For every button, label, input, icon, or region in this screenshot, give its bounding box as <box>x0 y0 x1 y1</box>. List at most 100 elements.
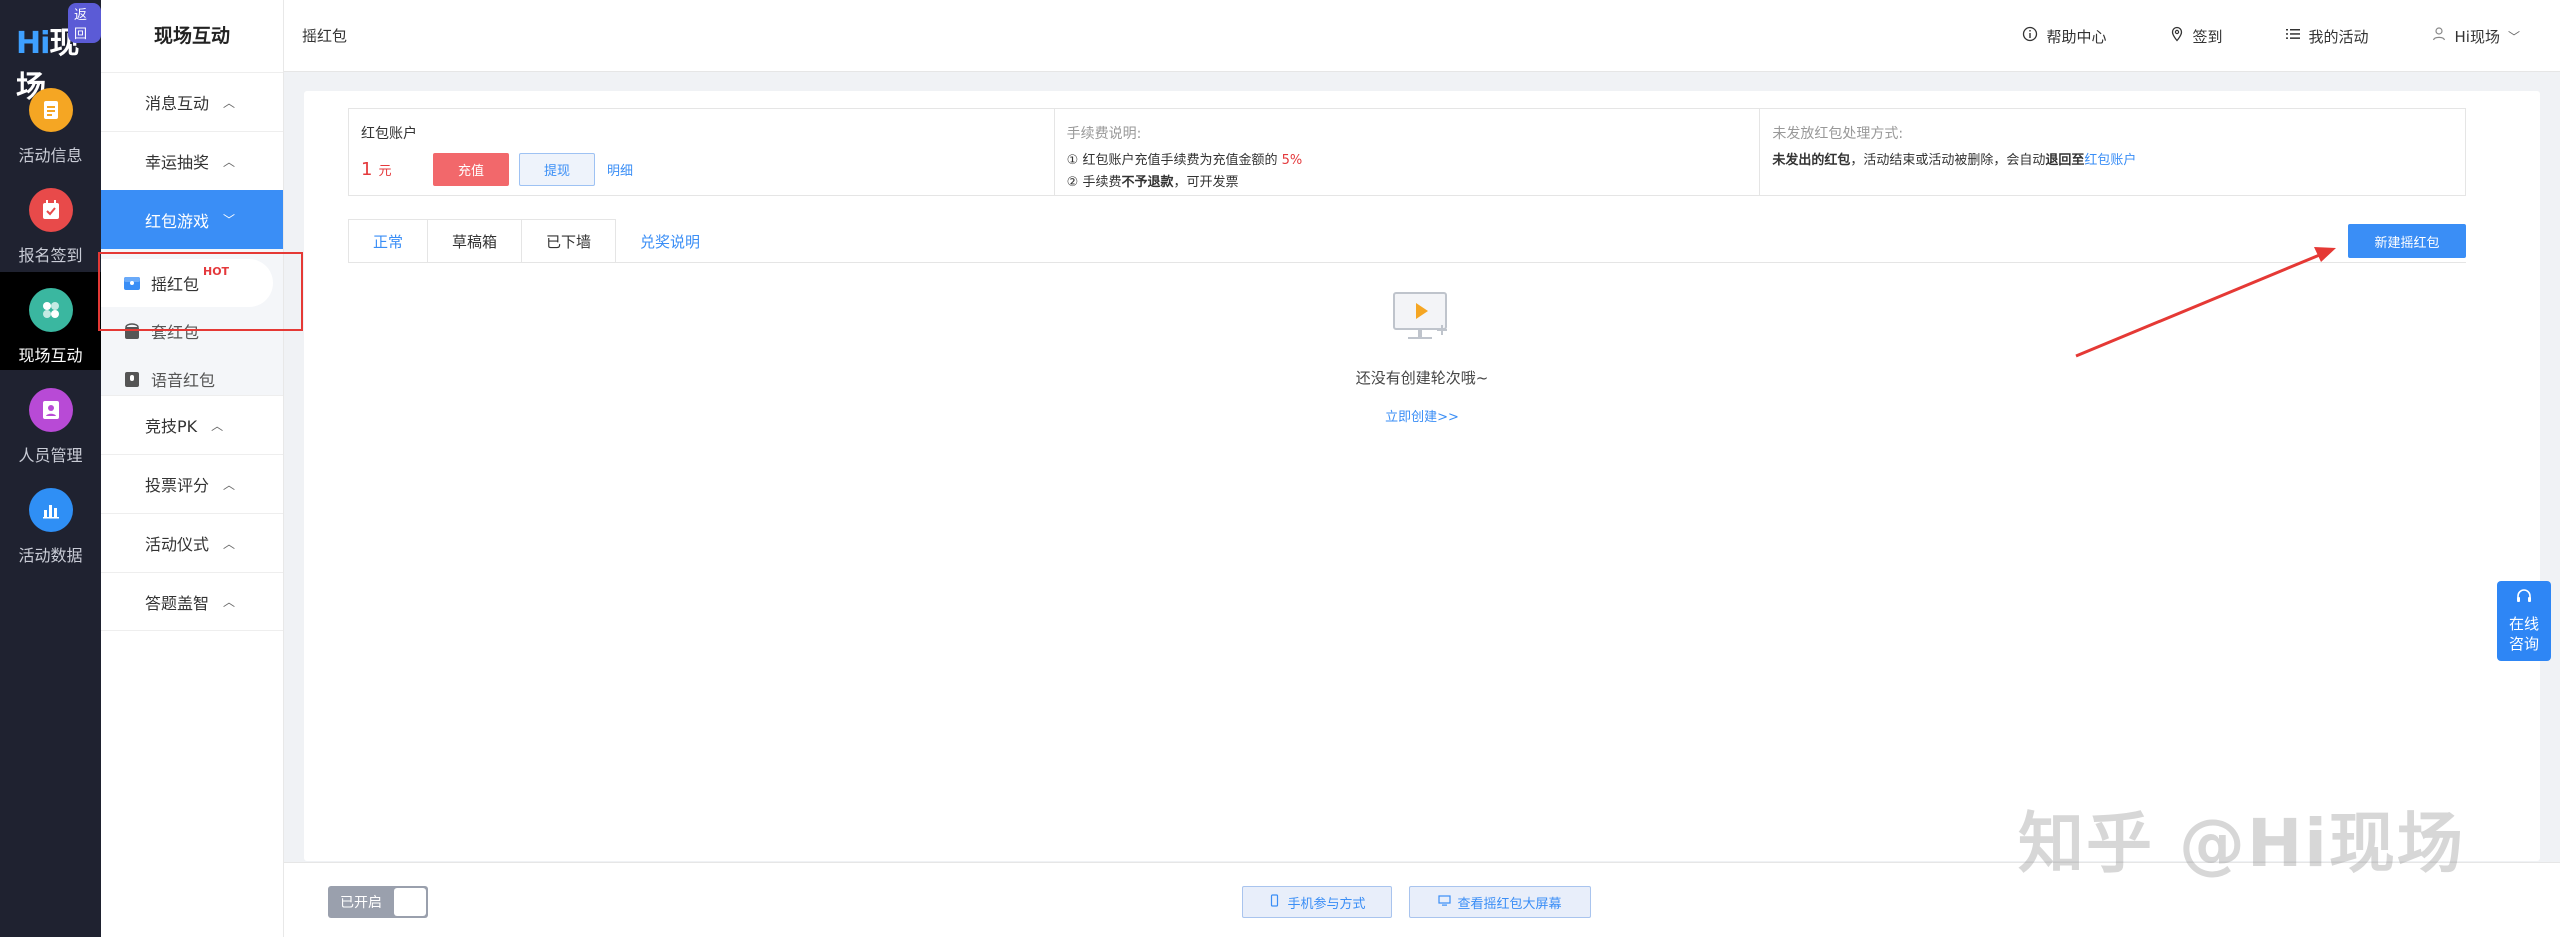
help-center-link[interactable]: 帮助中心 <box>2022 26 2107 47</box>
voice-redpacket-icon <box>123 370 141 388</box>
help-center-label: 帮助中心 <box>2046 27 2107 46</box>
headset-icon <box>2514 587 2534 614</box>
document-icon <box>28 88 73 132</box>
sidebar-group-quiz[interactable]: 答题盖智 ︿ <box>101 572 283 631</box>
checkin-icon <box>28 188 73 232</box>
main-card: 红包账户 1元 充值 提现 明细 手续费说明: ① 红包账户充值手续费为充值金额… <box>304 91 2540 861</box>
sidebar-item-label: 语音红包 <box>151 371 216 390</box>
sidebar-title: 现场互动 <box>153 25 230 47</box>
rail-item-interaction[interactable]: 现场互动 <box>0 272 101 370</box>
redpacket-account-link[interactable]: 红包账户 <box>2084 153 2136 168</box>
chevron-up-icon: ︿ <box>223 595 236 609</box>
mobile-join-label: 手机参与方式 <box>1287 896 1366 912</box>
sidebar-group-lottery[interactable]: 幸运抽奖 ︿ <box>101 131 283 190</box>
chevron-up-icon: ︿ <box>223 477 236 492</box>
tab-offwall[interactable]: 已下墙 <box>522 219 617 263</box>
detail-link[interactable]: 明细 <box>607 160 633 179</box>
watermark: 知乎 @Hi现场 <box>2018 805 2465 882</box>
user-name: Hi现场 <box>2454 27 2500 46</box>
account-balance: 1元 <box>361 159 392 180</box>
rail-item-data[interactable]: 活动数据 <box>0 472 101 570</box>
interact-icon <box>28 288 73 332</box>
person-icon <box>28 388 73 432</box>
create-now-link[interactable]: 立即创建>> <box>304 406 2540 425</box>
rail-item-label: 活动数据 <box>18 546 83 565</box>
rail-item-label: 现场互动 <box>18 346 83 365</box>
sidebar-group-label: 投票评分 <box>145 476 210 495</box>
sidebar-group-vote[interactable]: 投票评分 ︿ <box>101 454 283 513</box>
sidebar-group-redpacket[interactable]: 红包游戏 ﹀ <box>101 190 283 249</box>
unsent-note-cell: 未发放红包处理方式: 未发出的红包，活动结束或活动被删除，会自动退回至红包账户 <box>1760 109 2465 195</box>
mobile-join-button[interactable]: 手机参与方式 <box>1242 886 1392 918</box>
unsent-title: 未发放红包处理方式: <box>1772 126 1904 142</box>
rail-item-activity-info[interactable]: 活动信息 <box>0 72 101 170</box>
signin-link[interactable]: 签到 <box>2169 26 2223 47</box>
chevron-up-icon: ︿ <box>223 154 236 169</box>
signin-label: 签到 <box>2192 27 2223 46</box>
rail-item-people[interactable]: 人员管理 <box>0 372 101 470</box>
tab-normal[interactable]: 正常 <box>348 219 429 263</box>
redeem-instructions-link[interactable]: 兑奖说明 <box>616 219 725 263</box>
chart-icon <box>28 488 73 532</box>
account-title: 红包账户 <box>361 126 417 142</box>
rail-item-checkin[interactable]: 报名签到 <box>0 172 101 270</box>
rail-item-label: 报名签到 <box>18 246 83 265</box>
toggle-label: 已开启 <box>340 895 382 911</box>
new-shake-redpacket-button[interactable]: 新建摇红包 <box>2348 224 2466 258</box>
sidebar-item-voice-redpacket[interactable]: 语音红包 <box>101 355 283 403</box>
fee-title: 手续费说明: <box>1066 126 1142 142</box>
empty-state: 还没有创建轮次哦~ 立即创建>> <box>304 291 2540 425</box>
fee-note-cell: 手续费说明: ① 红包账户充值手续费为充值金额的 5% ② 手续费不予退款，可开… <box>1055 109 1761 195</box>
round-tabs: 正常 草稿箱 已下墙 兑奖说明 <box>348 219 725 263</box>
main-rail: Hi现场 返回 活动信息 报名签到 现场互动 人员管理 活动数据 <box>0 0 101 937</box>
back-badge[interactable]: 返回 <box>68 3 101 43</box>
monitor-icon <box>1438 894 1452 911</box>
account-info-row: 红包账户 1元 充值 提现 明细 手续费说明: ① 红包账户充值手续费为充值金额… <box>348 108 2466 196</box>
sidebar-group-label: 幸运抽奖 <box>145 153 210 172</box>
my-activity-link[interactable]: 我的活动 <box>2285 26 2369 47</box>
toggle-knob <box>394 888 426 916</box>
online-consult-button[interactable]: 在线 咨询 <box>2497 581 2551 661</box>
chevron-up-icon: ︿ <box>223 536 236 551</box>
unsent-text: 未发出的红包，活动结束或活动被删除，会自动退回至红包账户 <box>1772 153 2137 168</box>
secondary-sidebar: 现场互动 消息互动 ︿ 幸运抽奖 ︿ 红包游戏 ﹀ 摇红包 HOT 套红包 语音… <box>101 0 284 937</box>
consult-line-1: 在线 <box>2508 615 2539 633</box>
highlight-box <box>98 252 303 331</box>
big-screen-label: 查看摇红包大屏幕 <box>1457 896 1562 912</box>
info-icon <box>2022 26 2038 46</box>
enable-toggle[interactable]: 已开启 <box>328 886 428 918</box>
phone-icon <box>1268 893 1281 911</box>
rail-item-label: 人员管理 <box>18 446 83 465</box>
consult-line-2: 咨询 <box>2508 635 2539 653</box>
tab-drafts[interactable]: 草稿箱 <box>428 219 523 263</box>
recharge-button[interactable]: 充值 <box>433 153 509 186</box>
sidebar-group-label: 消息互动 <box>145 94 210 113</box>
monitor-play-icon <box>1390 291 1454 343</box>
chevron-up-icon: ︿ <box>223 95 236 110</box>
sidebar-group-label: 竞技PK <box>145 417 198 436</box>
chevron-down-icon: ﹀ <box>2507 29 2520 44</box>
sidebar-group-label: 活动仪式 <box>145 535 210 554</box>
list-icon <box>2285 26 2301 46</box>
user-menu[interactable]: Hi现场 ﹀ <box>2431 26 2520 47</box>
fee-line-1: ① 红包账户充值手续费为充值金额的 5% <box>1066 153 1303 168</box>
top-header: 摇红包 帮助中心 签到 我的活动 Hi现场 ﹀ <box>284 0 2560 72</box>
location-pin-icon <box>2169 26 2185 46</box>
chevron-down-icon: ﹀ <box>223 213 236 227</box>
sidebar-group-label: 答题盖智 <box>145 593 210 613</box>
withdraw-button[interactable]: 提现 <box>519 153 595 186</box>
fee-line-2: ② 手续费不予退款，可开发票 <box>1066 175 1239 190</box>
sidebar-group-label: 红包游戏 <box>145 211 210 231</box>
sidebar-group-ceremony[interactable]: 活动仪式 ︿ <box>101 513 283 572</box>
my-activity-label: 我的活动 <box>2308 27 2369 46</box>
sidebar-group-pk[interactable]: 竞技PK ︿ <box>101 395 283 454</box>
big-screen-button[interactable]: 查看摇红包大屏幕 <box>1409 886 1591 918</box>
tabs-divider <box>348 262 2466 263</box>
redpacket-account-cell: 红包账户 1元 充值 提现 明细 <box>349 109 1055 195</box>
empty-message: 还没有创建轮次哦~ <box>1355 369 1489 387</box>
rail-item-label: 活动信息 <box>18 146 83 165</box>
sidebar-group-message[interactable]: 消息互动 ︿ <box>101 72 283 131</box>
user-icon <box>2431 26 2447 46</box>
chevron-up-icon: ︿ <box>211 418 224 433</box>
breadcrumb: 摇红包 <box>302 27 348 45</box>
